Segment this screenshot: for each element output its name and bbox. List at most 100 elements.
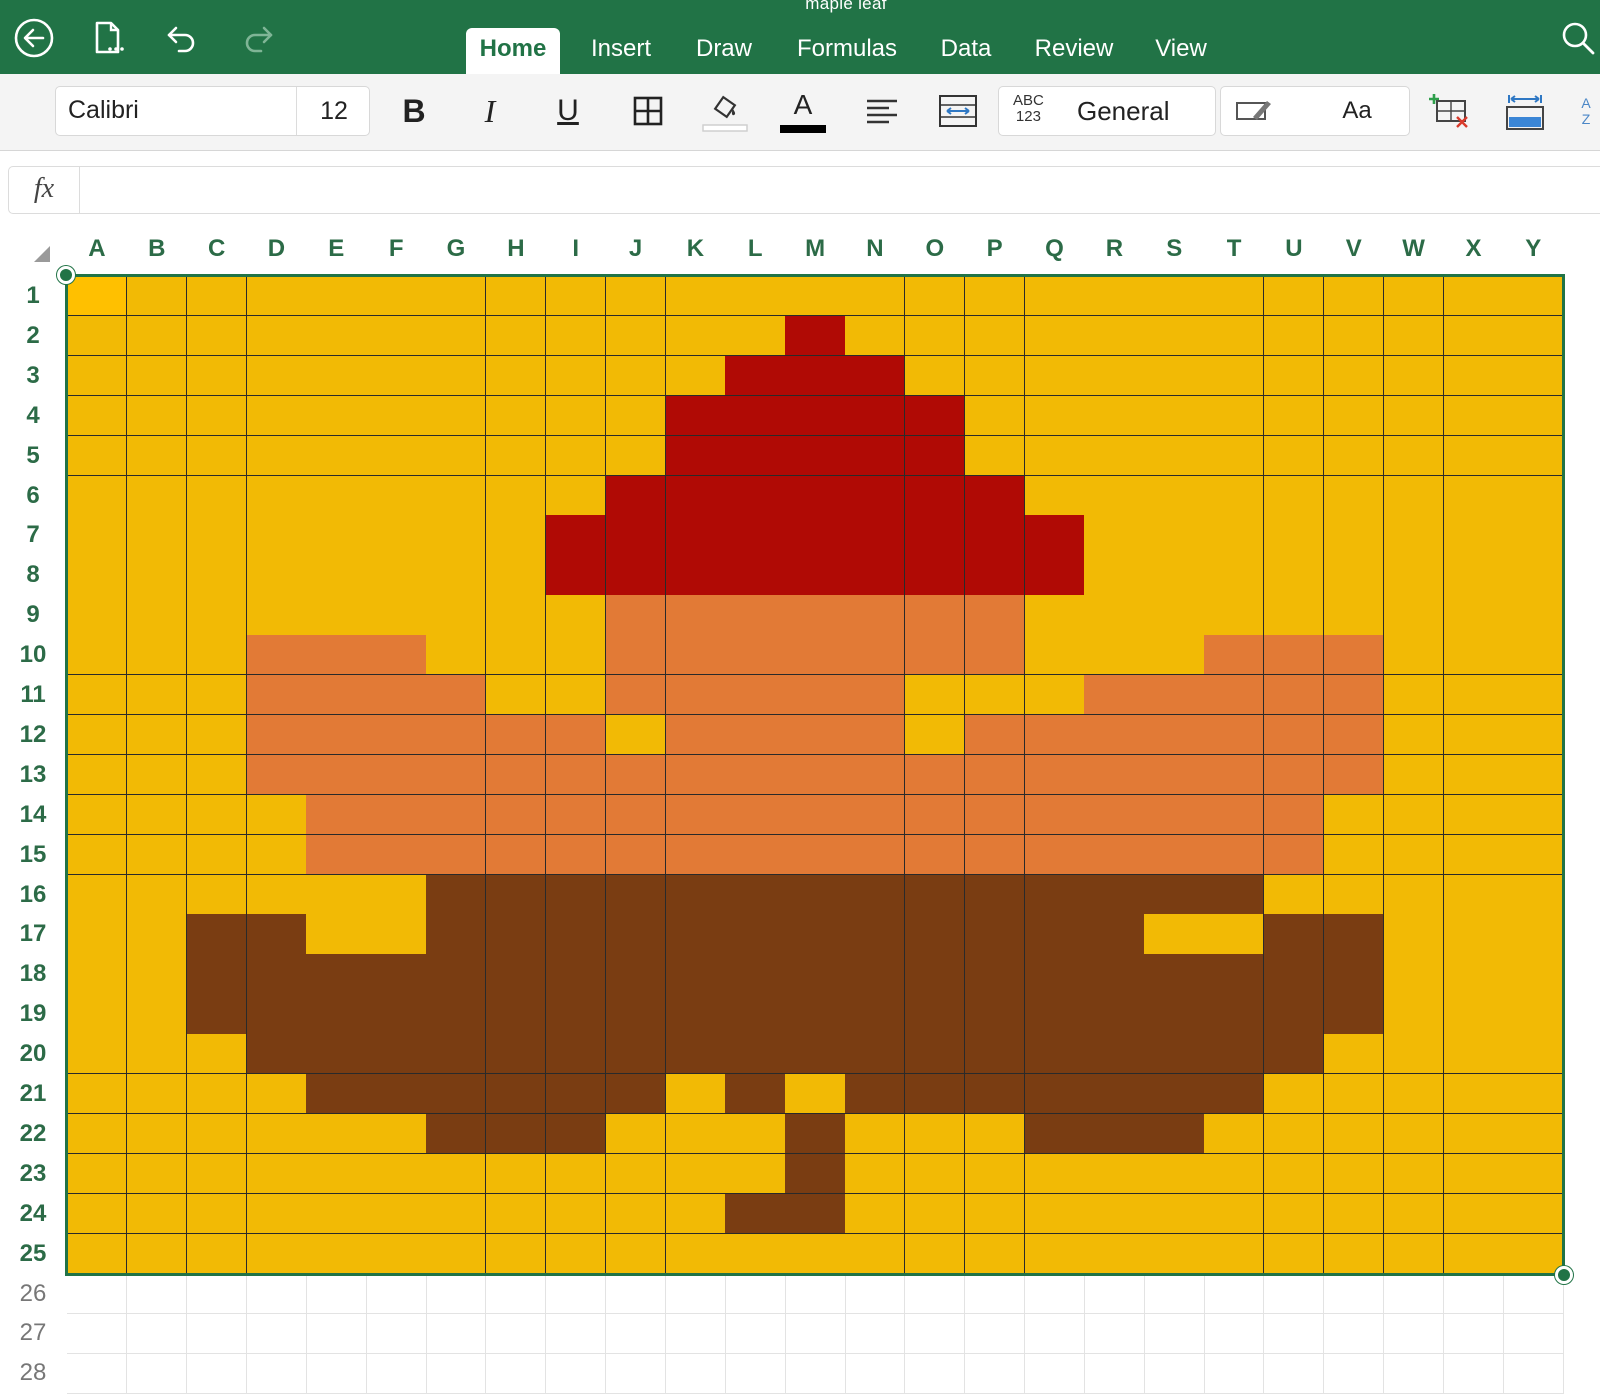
cell-s25[interactable] [1144, 1233, 1205, 1274]
cell-o25[interactable] [904, 1233, 966, 1274]
cell-v24[interactable] [1323, 1193, 1385, 1235]
cell-v4[interactable] [1323, 395, 1385, 437]
cell-r17[interactable] [1084, 914, 1145, 955]
cell-f6[interactable] [366, 475, 427, 516]
cell-k15[interactable] [665, 834, 726, 875]
cell-p14[interactable] [964, 794, 1026, 836]
cell-e6[interactable] [306, 475, 367, 516]
row-header-21[interactable]: 21 [0, 1074, 66, 1114]
cell-q17[interactable] [1024, 914, 1085, 955]
cell-b19[interactable] [126, 994, 188, 1035]
cell-w22[interactable] [1383, 1113, 1445, 1155]
cell-o27[interactable] [904, 1313, 966, 1354]
cell-c14[interactable] [186, 794, 248, 836]
cell-y8[interactable] [1503, 555, 1564, 596]
cell-b22[interactable] [126, 1113, 188, 1155]
cell-f18[interactable] [366, 954, 427, 995]
cell-a27[interactable] [67, 1313, 128, 1354]
cell-k22[interactable] [665, 1113, 726, 1155]
cell-m3[interactable] [785, 355, 846, 397]
column-header-e[interactable]: E [306, 222, 366, 276]
cell-v5[interactable] [1323, 435, 1385, 476]
cell-h10[interactable] [485, 635, 547, 676]
cell-v2[interactable] [1323, 315, 1385, 357]
cell-u14[interactable] [1264, 794, 1325, 836]
cell-c4[interactable] [186, 395, 248, 437]
row-header-13[interactable]: 13 [0, 755, 66, 795]
cell-y12[interactable] [1503, 714, 1564, 756]
cell-h24[interactable] [485, 1193, 547, 1235]
cell-f7[interactable] [366, 515, 427, 556]
cell-x27[interactable] [1443, 1313, 1504, 1354]
cell-i5[interactable] [545, 435, 607, 476]
cell-h16[interactable] [485, 874, 547, 915]
cell-d24[interactable] [246, 1193, 307, 1235]
cell-i23[interactable] [545, 1153, 607, 1195]
cell-k24[interactable] [665, 1193, 726, 1235]
cell-g8[interactable] [426, 555, 487, 596]
cell-g10[interactable] [426, 635, 487, 676]
cell-p23[interactable] [964, 1153, 1026, 1195]
cell-b20[interactable] [126, 1034, 188, 1075]
cell-j8[interactable] [605, 555, 666, 596]
cell-s26[interactable] [1144, 1273, 1205, 1314]
cell-l1[interactable] [725, 276, 786, 317]
font-color-icon[interactable]: A [778, 86, 828, 136]
cell-m7[interactable] [785, 515, 846, 556]
cell-e17[interactable] [306, 914, 367, 955]
cell-c5[interactable] [186, 435, 248, 476]
cell-p25[interactable] [964, 1233, 1026, 1274]
cell-h19[interactable] [485, 994, 547, 1035]
cell-a16[interactable] [67, 874, 128, 915]
freeze-panes-icon[interactable] [1500, 86, 1550, 136]
cell-s19[interactable] [1144, 994, 1205, 1035]
cell-x19[interactable] [1443, 994, 1504, 1035]
cell-l3[interactable] [725, 355, 786, 397]
cell-b16[interactable] [126, 874, 188, 915]
cell-n16[interactable] [845, 874, 906, 915]
cell-g26[interactable] [426, 1273, 487, 1314]
cell-b2[interactable] [126, 315, 188, 357]
cell-h1[interactable] [485, 276, 547, 317]
cell-y24[interactable] [1503, 1193, 1564, 1235]
cell-f15[interactable] [366, 834, 427, 875]
cell-i14[interactable] [545, 794, 607, 836]
cell-v10[interactable] [1323, 635, 1385, 676]
cell-r13[interactable] [1084, 754, 1145, 796]
cell-p15[interactable] [964, 834, 1026, 875]
underline-button[interactable]: U [546, 86, 590, 136]
cell-a3[interactable] [67, 355, 128, 397]
tab-data[interactable]: Data [930, 28, 1002, 74]
cell-p13[interactable] [964, 754, 1026, 796]
cell-m18[interactable] [785, 954, 846, 995]
cell-x7[interactable] [1443, 515, 1504, 556]
sort-icon[interactable]: A Z [1572, 86, 1600, 136]
cell-i8[interactable] [545, 555, 607, 596]
cell-f8[interactable] [366, 555, 427, 596]
cell-e21[interactable] [306, 1074, 367, 1115]
cell-e26[interactable] [306, 1273, 367, 1314]
cell-v1[interactable] [1323, 276, 1385, 317]
cell-a13[interactable] [67, 754, 128, 796]
cell-x12[interactable] [1443, 714, 1504, 756]
cell-x5[interactable] [1443, 435, 1504, 476]
cell-p4[interactable] [964, 395, 1026, 437]
cell-d22[interactable] [246, 1113, 307, 1155]
cell-i10[interactable] [545, 635, 607, 676]
cell-n15[interactable] [845, 834, 906, 875]
cell-n9[interactable] [845, 595, 906, 636]
cell-p17[interactable] [964, 914, 1026, 955]
cell-c28[interactable] [186, 1353, 248, 1394]
cell-q12[interactable] [1024, 714, 1085, 756]
cell-f20[interactable] [366, 1034, 427, 1075]
cell-d18[interactable] [246, 954, 307, 995]
cell-q28[interactable] [1024, 1353, 1085, 1394]
cell-p19[interactable] [964, 994, 1026, 1035]
bold-button[interactable]: B [392, 86, 436, 136]
cell-h4[interactable] [485, 395, 547, 437]
cell-e23[interactable] [306, 1153, 367, 1195]
cell-s20[interactable] [1144, 1034, 1205, 1075]
cell-i17[interactable] [545, 914, 607, 955]
tab-home[interactable]: Home [466, 28, 560, 74]
cell-n28[interactable] [845, 1353, 906, 1394]
